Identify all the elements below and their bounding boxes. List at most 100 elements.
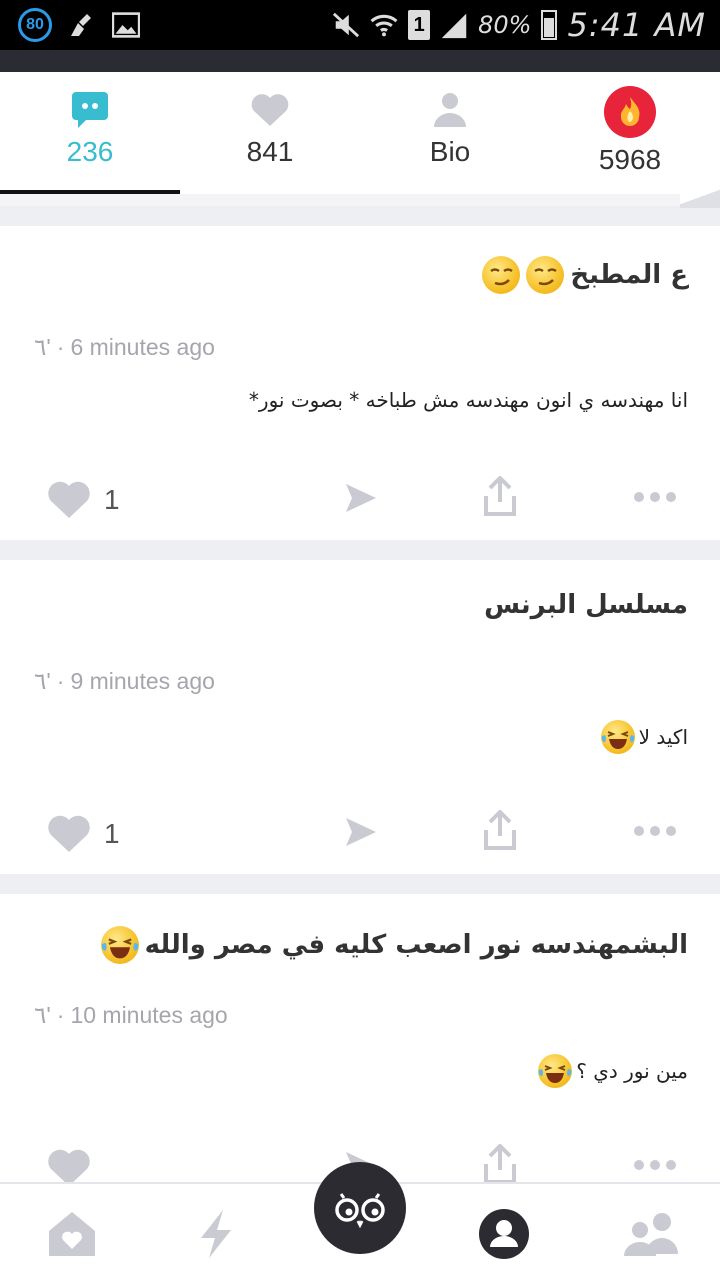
share-icon	[484, 476, 516, 516]
tab-fire-count: 5968	[598, 144, 662, 175]
more-options-button[interactable]	[634, 492, 676, 502]
signal-icon	[440, 11, 468, 39]
sim-slot-indicator: 1	[408, 10, 431, 40]
nav-camera[interactable]	[314, 1162, 406, 1254]
send-icon	[346, 818, 376, 846]
laughing-tears-emoji-icon	[600, 720, 635, 754]
tab-fire[interactable]: 5968	[540, 72, 720, 194]
post-title: ع المطبخ	[482, 256, 688, 294]
mute-icon	[332, 11, 360, 39]
dot-icon	[666, 1160, 676, 1170]
smirk-emoji-icon	[482, 256, 521, 294]
post-card[interactable]: ع المطبخ ٦' · 6 minutes ago انا مهندسه ي…	[0, 226, 720, 540]
share-icon	[484, 810, 516, 850]
lightning-icon	[201, 1210, 231, 1258]
post-title-text: مسلسل البرنس	[484, 590, 688, 620]
post-card[interactable]: البشمهندسه نور اصعب كليه في مصر والله ٦'…	[0, 894, 720, 1194]
like-button[interactable]: 1	[46, 814, 120, 854]
laughing-tears-emoji-icon	[100, 926, 139, 964]
like-count: 1	[104, 484, 120, 515]
smirk-emoji-icon	[526, 256, 565, 294]
dot-icon	[634, 1160, 644, 1170]
tab-messages[interactable]: 236	[0, 72, 180, 194]
bottom-nav	[0, 1162, 720, 1280]
send-icon	[346, 484, 376, 512]
dot-icon	[650, 1160, 660, 1170]
nav-profile[interactable]	[476, 1206, 532, 1262]
more-options-button[interactable]	[634, 1160, 676, 1170]
meta-separator: ·	[56, 1002, 65, 1028]
tab-bio[interactable]: Bio	[360, 72, 540, 194]
home-icon	[49, 1212, 95, 1256]
send-button[interactable]	[344, 816, 378, 848]
tab-likes[interactable]: 841	[180, 72, 360, 194]
meta-separator: ·	[56, 334, 65, 360]
dot-icon	[650, 826, 660, 836]
dot-icon	[650, 492, 660, 502]
friends-icon	[624, 1213, 678, 1256]
post-card[interactable]: مسلسل البرنس ٦' · 9 minutes ago اكيد لا …	[0, 560, 720, 874]
post-body: مين نور دي ؟	[538, 1054, 688, 1088]
page-fold	[680, 186, 720, 208]
send-button[interactable]	[344, 482, 378, 514]
post-title-text: ع المطبخ	[570, 260, 688, 290]
post-author-mark: ٦'	[34, 668, 51, 694]
profile-icon	[479, 1209, 529, 1259]
post-meta: ٦' · 10 minutes ago	[34, 1002, 228, 1029]
status-bar: 80 1 80% 5:41 AM	[0, 0, 720, 50]
tab-likes-count: 841	[246, 136, 294, 167]
dot-icon	[666, 492, 676, 502]
notification-count-badge: 80	[18, 8, 52, 42]
battery-icon	[541, 10, 558, 40]
meta-separator: ·	[56, 668, 65, 694]
nav-friends[interactable]	[616, 1206, 686, 1262]
post-body-text: اكيد لا	[638, 725, 688, 749]
post-time: 9 minutes ago	[70, 668, 215, 694]
broom-icon	[68, 11, 96, 39]
share-button[interactable]	[482, 476, 518, 518]
post-body-text: مين نور دي ؟	[576, 1059, 688, 1083]
tab-messages-count: 236	[66, 136, 114, 167]
tabs-divider	[0, 194, 720, 206]
clock: 5:41 AM	[567, 6, 706, 44]
fire-icon	[603, 84, 657, 140]
nav-home[interactable]	[44, 1206, 100, 1262]
like-button[interactable]: 1	[46, 480, 120, 520]
laughing-tears-emoji-icon	[538, 1054, 573, 1088]
post-meta: ٦' · 6 minutes ago	[34, 334, 215, 361]
image-icon	[112, 11, 140, 39]
heart-icon	[48, 481, 90, 518]
tab-bio-label: Bio	[429, 136, 471, 167]
post-meta: ٦' · 9 minutes ago	[34, 668, 215, 695]
post-title-text: البشمهندسه نور اصعب كليه في مصر والله	[144, 930, 688, 960]
post-actions: 1	[0, 810, 720, 860]
post-time: 6 minutes ago	[70, 334, 215, 360]
dot-icon	[634, 492, 644, 502]
battery-percent: 80%	[478, 11, 532, 39]
share-icon	[484, 1144, 516, 1184]
person-icon	[431, 88, 469, 132]
more-options-button[interactable]	[634, 826, 676, 836]
camera-face-icon	[335, 1193, 385, 1228]
post-author-mark: ٦'	[34, 1002, 51, 1028]
chat-bubble-icon	[70, 88, 110, 132]
dot-icon	[634, 826, 644, 836]
post-time: 10 minutes ago	[70, 1002, 228, 1028]
dot-icon	[666, 826, 676, 836]
profile-tabs: 236 841 Bio 5968	[0, 72, 720, 194]
heart-icon	[249, 88, 291, 132]
share-button[interactable]	[482, 1144, 518, 1186]
share-button[interactable]	[482, 810, 518, 852]
wifi-icon	[370, 11, 398, 39]
post-body-text: انا مهندسه ي انون مهندسه مش طباخه * بصوت…	[248, 388, 688, 412]
heart-icon	[48, 815, 90, 852]
post-body: اكيد لا	[600, 720, 688, 754]
post-body: انا مهندسه ي انون مهندسه مش طباخه * بصوت…	[249, 388, 688, 412]
like-count: 1	[104, 818, 120, 849]
post-author-mark: ٦'	[34, 334, 51, 360]
nav-activity[interactable]	[188, 1206, 244, 1262]
post-title: مسلسل البرنس	[484, 590, 688, 620]
post-title: البشمهندسه نور اصعب كليه في مصر والله	[100, 926, 688, 964]
post-actions: 1	[0, 476, 720, 526]
header-band	[0, 50, 720, 72]
